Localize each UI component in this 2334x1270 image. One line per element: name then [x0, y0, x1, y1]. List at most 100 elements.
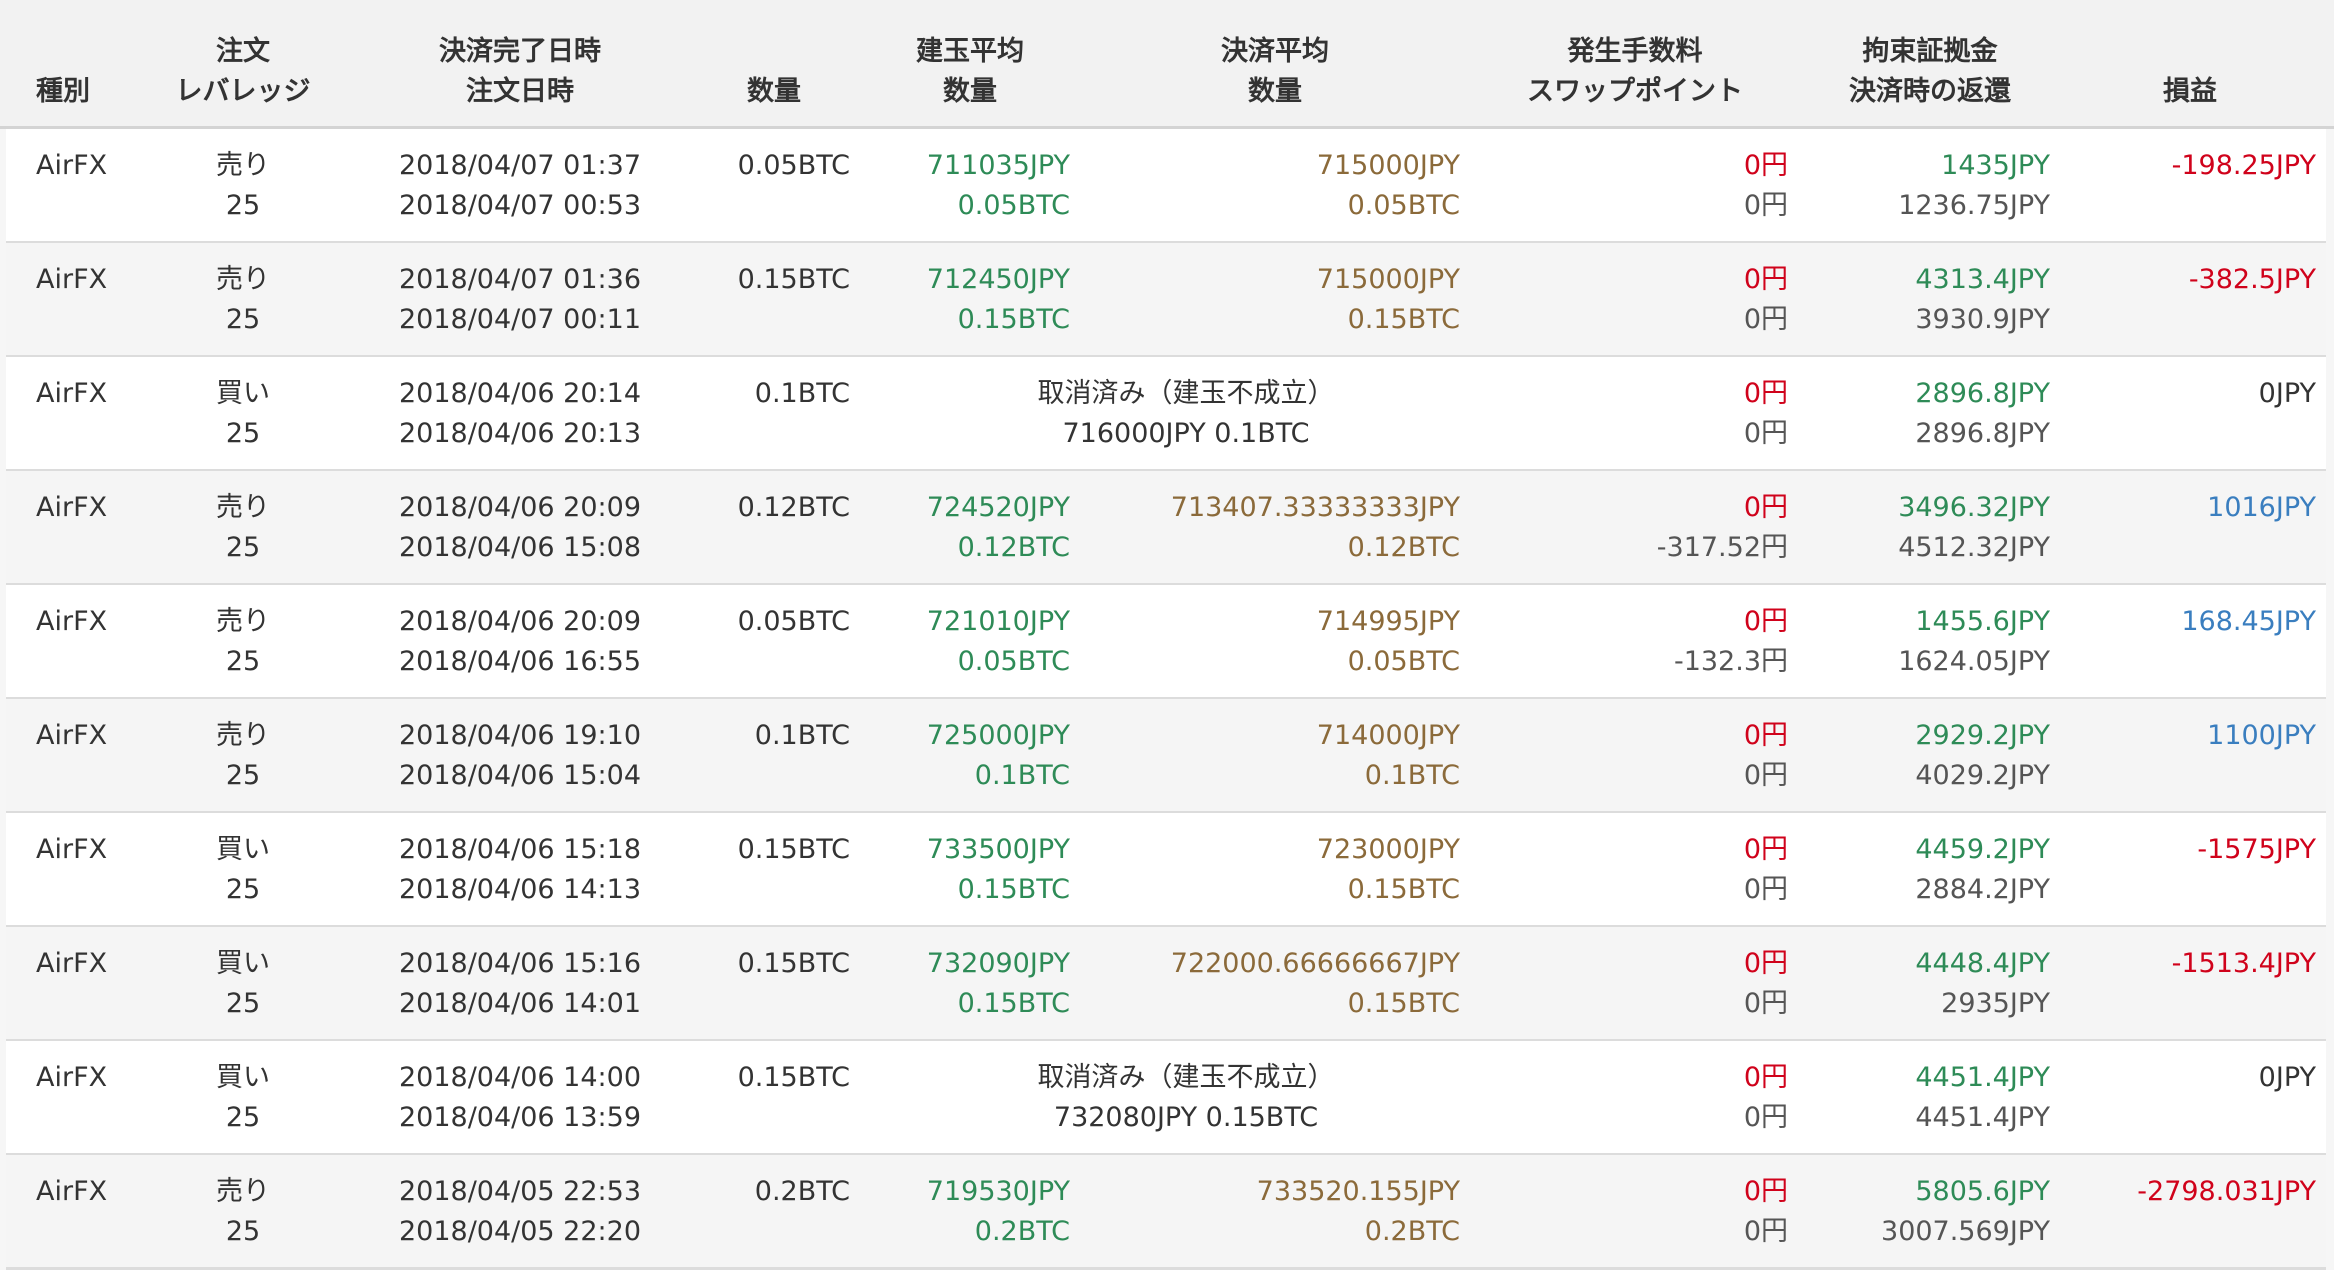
header-order: 注文 レバレッジ — [175, 36, 311, 107]
cell-type: AirFX — [36, 492, 108, 523]
cell-fee-swap: 0円 0円 — [1743, 150, 1788, 221]
cell-close-average: 715000JPY 0.15BTC — [1316, 264, 1460, 335]
table-header: 種別 注文 レバレッジ 決済完了日時 注文日時 数量 建玉平均 数量 決済平均 … — [0, 0, 2334, 129]
cell-fee-swap: 0円 0円 — [1743, 1062, 1788, 1133]
cell-pnl: 1016JPY — [2207, 492, 2316, 523]
cell-cancelled: 取消済み（建玉不成立） 716000JPY 0.1BTC — [1037, 378, 1335, 449]
cell-close-average: 715000JPY 0.05BTC — [1316, 150, 1460, 221]
cell-open-average: 711035JPY 0.05BTC — [926, 150, 1070, 221]
cell-open-average: 725000JPY 0.1BTC — [926, 720, 1070, 791]
cell-datetime: 2018/04/06 20:14 2018/04/06 20:13 — [398, 378, 641, 449]
cell-close-average: 723000JPY 0.15BTC — [1316, 834, 1460, 905]
table-row: AirFX 売り 25 2018/04/07 01:37 2018/04/07 00:5… — [6, 129, 2326, 244]
cell-side-leverage: 買い 25 — [216, 948, 270, 1019]
cell-datetime: 2018/04/06 20:09 2018/04/06 16:55 — [398, 606, 641, 677]
cell-pnl: 1100JPY — [2207, 720, 2316, 751]
cell-side-leverage: 売り 25 — [216, 264, 270, 335]
cell-pnl: 0JPY — [2258, 1062, 2316, 1093]
cell-close-average: 714000JPY 0.1BTC — [1316, 720, 1460, 791]
trade-history-table: 種別 注文 レバレッジ 決済完了日時 注文日時 数量 建玉平均 数量 決済平均 … — [0, 0, 2334, 1270]
cell-open-average: 732090JPY 0.15BTC — [926, 948, 1070, 1019]
cell-pnl: 0JPY — [2258, 378, 2316, 409]
cell-pnl: -198.25JPY — [2171, 150, 2316, 181]
cell-margin: 4459.2JPY 2884.2JPY — [1915, 834, 2050, 905]
cell-datetime: 2018/04/06 15:18 2018/04/06 14:13 — [398, 834, 641, 905]
cell-datetime: 2018/04/06 19:10 2018/04/06 15:04 — [398, 720, 641, 791]
cell-type: AirFX — [36, 150, 108, 181]
cell-open-average: 724520JPY 0.12BTC — [926, 492, 1070, 563]
cell-side-leverage: 売り 25 — [216, 606, 270, 677]
header-datetime: 決済完了日時 注文日時 — [439, 36, 601, 107]
header-margin: 拘束証拠金 決済時の返還 — [1849, 36, 2011, 107]
table-row: AirFX 買い 25 2018/04/06 20:14 2018/04/06 20:1… — [6, 357, 2326, 472]
cell-type: AirFX — [36, 720, 108, 751]
cell-side-leverage: 買い 25 — [216, 378, 270, 449]
cell-type: AirFX — [36, 264, 108, 295]
cell-datetime: 2018/04/07 01:36 2018/04/07 00:11 — [398, 264, 641, 335]
table-row: AirFX 買い 25 2018/04/06 15:16 2018/04/06 14:0… — [6, 927, 2326, 1042]
table-row: AirFX 売り 25 2018/04/06 19:10 2018/04/06 15:0… — [6, 699, 2326, 814]
cell-fee-swap: 0円 0円 — [1743, 948, 1788, 1019]
cell-margin: 2929.2JPY 4029.2JPY — [1915, 720, 2050, 791]
cell-side-leverage: 買い 25 — [216, 834, 270, 905]
cell-margin: 5805.6JPY 3007.569JPY — [1881, 1176, 2050, 1247]
cell-margin: 4448.4JPY 2935JPY — [1915, 948, 2050, 1019]
cell-datetime: 2018/04/06 14:00 2018/04/06 13:59 — [398, 1062, 641, 1133]
cell-open-average: 733500JPY 0.15BTC — [926, 834, 1070, 905]
cell-margin: 1455.6JPY 1624.05JPY — [1898, 606, 2050, 677]
cell-type: AirFX — [36, 948, 108, 979]
cell-type: AirFX — [36, 1176, 108, 1207]
cell-margin: 3496.32JPY 4512.32JPY — [1898, 492, 2050, 563]
cell-side-leverage: 売り 25 — [216, 720, 270, 791]
cell-fee-swap: 0円 0円 — [1743, 1176, 1788, 1247]
cell-margin: 2896.8JPY 2896.8JPY — [1915, 378, 2050, 449]
header-fee-swap: 発生手数料 スワップポイント — [1527, 36, 1743, 107]
table-row: AirFX 売り 25 2018/04/06 20:09 2018/04/06 16:5… — [6, 585, 2326, 700]
header-open-average: 建玉平均 数量 — [916, 36, 1024, 107]
table-row: AirFX 売り 25 2018/04/06 20:09 2018/04/06 15:0… — [6, 471, 2326, 586]
cell-margin: 4313.4JPY 3930.9JPY — [1915, 264, 2050, 335]
cell-side-leverage: 売り 25 — [216, 492, 270, 563]
cell-type: AirFX — [36, 378, 108, 409]
cell-pnl: -382.5JPY — [2188, 264, 2316, 295]
cell-close-average: 713407.33333333JPY 0.12BTC — [1170, 492, 1460, 563]
cell-fee-swap: 0円 -132.3円 — [1673, 606, 1788, 677]
cell-side-leverage: 買い 25 — [216, 1062, 270, 1133]
cell-fee-swap: 0円 0円 — [1743, 720, 1788, 791]
cell-open-average: 721010JPY 0.05BTC — [926, 606, 1070, 677]
cell-side-leverage: 売り 25 — [216, 1176, 270, 1247]
cell-datetime: 2018/04/07 01:37 2018/04/07 00:53 — [398, 150, 641, 221]
cell-fee-swap: 0円 0円 — [1743, 378, 1788, 449]
cell-pnl: 168.45JPY — [2181, 606, 2316, 637]
cell-open-average: 712450JPY 0.15BTC — [926, 264, 1070, 335]
cell-close-average: 722000.66666667JPY 0.15BTC — [1170, 948, 1460, 1019]
cell-fee-swap: 0円 0円 — [1743, 834, 1788, 905]
cell-fee-swap: 0円 -317.52円 — [1656, 492, 1788, 563]
cell-type: AirFX — [36, 1062, 108, 1093]
cell-close-average: 714995JPY 0.05BTC — [1316, 606, 1460, 677]
cell-open-average: 719530JPY 0.2BTC — [926, 1176, 1070, 1247]
cell-margin: 1435JPY 1236.75JPY — [1898, 150, 2050, 221]
cell-type: AirFX — [36, 606, 108, 637]
cell-close-average: 733520.155JPY 0.2BTC — [1256, 1176, 1460, 1247]
header-pnl: 損益 — [2163, 76, 2217, 107]
header-qty: 数量 — [747, 76, 801, 107]
cell-cancelled: 取消済み（建玉不成立） 732080JPY 0.15BTC — [1037, 1062, 1335, 1133]
cell-fee-swap: 0円 0円 — [1743, 264, 1788, 335]
cell-pnl: -2798.031JPY — [2137, 1176, 2316, 1207]
table-row: AirFX 買い 25 2018/04/06 15:18 2018/04/06 14:1… — [6, 813, 2326, 928]
header-close-average: 決済平均 数量 — [1221, 36, 1329, 107]
cell-pnl: -1575JPY — [2197, 834, 2316, 865]
table-row: AirFX 買い 25 2018/04/06 14:00 2018/04/06 13:5… — [6, 1041, 2326, 1156]
cell-datetime: 2018/04/06 20:09 2018/04/06 15:08 — [398, 492, 641, 563]
cell-side-leverage: 売り 25 — [216, 150, 270, 221]
table-row: AirFX 売り 25 2018/04/05 22:53 2018/04/05 22:2… — [6, 1155, 2326, 1270]
cell-datetime: 2018/04/06 15:16 2018/04/06 14:01 — [398, 948, 641, 1019]
cell-qty: 0.1BTC — [754, 378, 850, 409]
cell-type: AirFX — [36, 834, 108, 865]
table-row: AirFX 売り 25 2018/04/07 01:36 2018/04/07 00:1… — [6, 243, 2326, 358]
cell-qty: 0.15BTC — [737, 1062, 850, 1093]
cell-margin: 4451.4JPY 4451.4JPY — [1915, 1062, 2050, 1133]
header-type: 種別 — [36, 76, 90, 107]
cell-datetime: 2018/04/05 22:53 2018/04/05 22:20 — [398, 1176, 641, 1247]
